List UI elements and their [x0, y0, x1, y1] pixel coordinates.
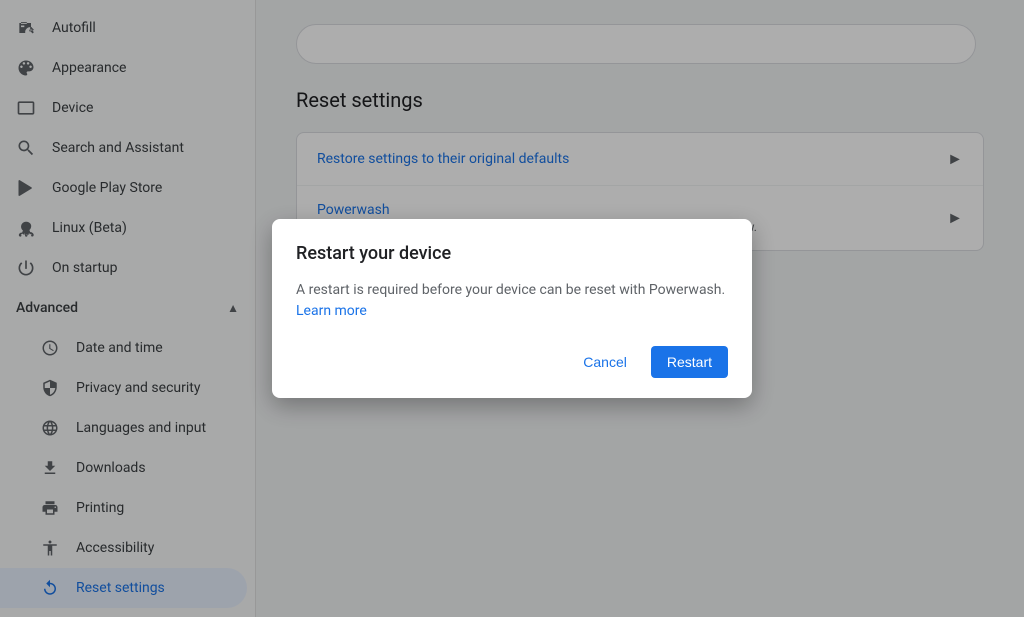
dialog-title: Restart your device	[296, 243, 728, 264]
cancel-button[interactable]: Cancel	[567, 346, 643, 378]
dialog-body-text: A restart is required before your device…	[296, 282, 725, 298]
dialog-body: A restart is required before your device…	[296, 280, 728, 322]
restart-dialog: Restart your device A restart is require…	[272, 219, 752, 398]
dialog-actions: Cancel Restart	[296, 346, 728, 378]
modal-overlay: Restart your device A restart is require…	[0, 0, 1024, 617]
restart-button[interactable]: Restart	[651, 346, 728, 378]
learn-more-link[interactable]: Learn more	[296, 303, 367, 319]
